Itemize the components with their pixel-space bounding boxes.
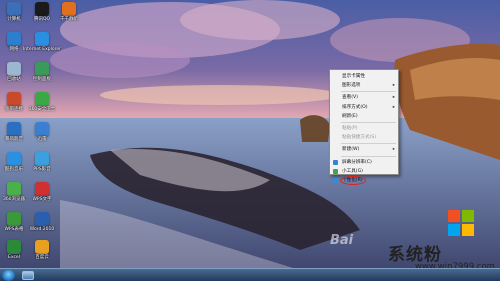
desktop-icon-word[interactable]: Word 2010 <box>29 212 55 240</box>
desktop-icon-control-panel[interactable]: 控制面板 <box>29 62 55 90</box>
desktop-icon-thunder[interactable]: 迅雷 <box>29 122 55 150</box>
qq-icon <box>35 2 49 16</box>
desktop-icon-wps-sheet[interactable]: WPS表格 <box>1 212 27 240</box>
desktop-icon-qq[interactable]: 腾讯QQ <box>29 2 55 30</box>
desktop-icon-wps-doc[interactable]: WPS文字 <box>29 182 55 210</box>
excel-icon <box>7 240 21 254</box>
personalize-icon <box>333 177 338 183</box>
menu-separator <box>341 155 396 157</box>
menu-item-screen-resolution[interactable]: 屏幕分辨率(C) <box>330 158 398 167</box>
ie-icon <box>35 32 49 46</box>
menu-separator <box>341 91 396 93</box>
desktop-icon-360[interactable]: 360安全卫士 <box>29 92 55 120</box>
menu-item-view[interactable]: 查看(V) ▸ <box>330 93 398 102</box>
cloud-icon <box>35 240 49 254</box>
desktop-icon-broadband[interactable]: 宽带连接 <box>1 92 27 120</box>
menu-separator <box>341 121 396 123</box>
menu-item-display-properties[interactable]: 显示卡属性 <box>330 72 398 81</box>
submenu-arrow-icon: ▸ <box>392 95 395 101</box>
menu-item-paste: 粘贴(P) <box>342 125 358 131</box>
context-menu: 显示卡属性 图形选项 ▸ 查看(V) ▸ 排序方式(O) ▸ 刷新(E) 粘贴(P) … <box>329 69 399 185</box>
desktop-icon-media[interactable]: 千千静听 <box>56 2 82 30</box>
menu-item-sort-by[interactable]: 排序方式(O) ▸ <box>330 103 398 112</box>
menu-item-gadgets[interactable]: 小工具(G) <box>330 167 398 176</box>
menu-item-new[interactable]: 新建(W) ▸ <box>330 145 398 154</box>
submenu-arrow-icon: ▸ <box>392 104 395 110</box>
control-panel-icon <box>35 62 49 76</box>
music-icon <box>7 152 21 166</box>
submenu-arrow-icon: ▸ <box>392 147 395 153</box>
menu-item-personalize[interactable]: 个性化(R) <box>330 175 398 185</box>
screen-resolution-icon <box>333 159 338 165</box>
gadgets-icon <box>333 168 338 174</box>
media-icon <box>62 2 76 16</box>
document-icon <box>35 182 49 196</box>
start-button[interactable] <box>2 270 15 281</box>
recycle-bin-icon <box>7 62 21 76</box>
submenu-arrow-icon: ▸ <box>392 83 395 89</box>
desktop[interactable]: 计算机 腾讯QQ 网络 Internet Explorer 回收站 控制面板 宽… <box>0 0 500 281</box>
desktop-icon-excel[interactable]: Excel <box>1 240 27 268</box>
menu-separator <box>341 143 396 145</box>
desktop-icon-browser[interactable]: 360浏览器 <box>1 182 27 210</box>
highlight-circle <box>340 175 366 185</box>
desktop-icon-computer[interactable]: 计算机 <box>1 2 27 30</box>
broadband-icon <box>7 92 21 106</box>
windows-logo-icon <box>448 210 476 238</box>
explorer-icon[interactable] <box>22 271 34 280</box>
desktop-icon-player[interactable]: 暴风影音 <box>1 122 27 150</box>
wallpaper <box>0 0 500 281</box>
menu-item-paste-shortcut: 粘贴快捷方式(S) <box>342 135 377 141</box>
desktop-icon-music[interactable]: 酷狗音乐 <box>1 152 27 180</box>
video-icon <box>35 152 49 166</box>
thunder-icon <box>35 122 49 136</box>
taskbar <box>0 268 500 281</box>
browser-icon <box>7 182 21 196</box>
network-icon <box>7 32 21 46</box>
desktop-icon-cloud[interactable]: 百度云 <box>29 240 55 268</box>
desktop-icon-ie[interactable]: Internet Explorer <box>23 32 61 60</box>
menu-item-refresh[interactable]: 刷新(E) <box>330 112 398 121</box>
desktop-icon-network[interactable]: 网络 <box>1 32 27 60</box>
baidu-watermark: Bai <box>330 233 354 248</box>
desktop-icon-video[interactable]: PPS影音 <box>29 152 55 180</box>
spreadsheet-icon <box>7 212 21 226</box>
menu-item-graphics-options[interactable]: 图形选项 ▸ <box>330 81 398 90</box>
shield-icon <box>35 92 49 106</box>
word-icon <box>35 212 49 226</box>
player-icon <box>7 122 21 136</box>
desktop-icon-recycle-bin[interactable]: 回收站 <box>1 62 27 90</box>
computer-icon <box>7 2 21 16</box>
